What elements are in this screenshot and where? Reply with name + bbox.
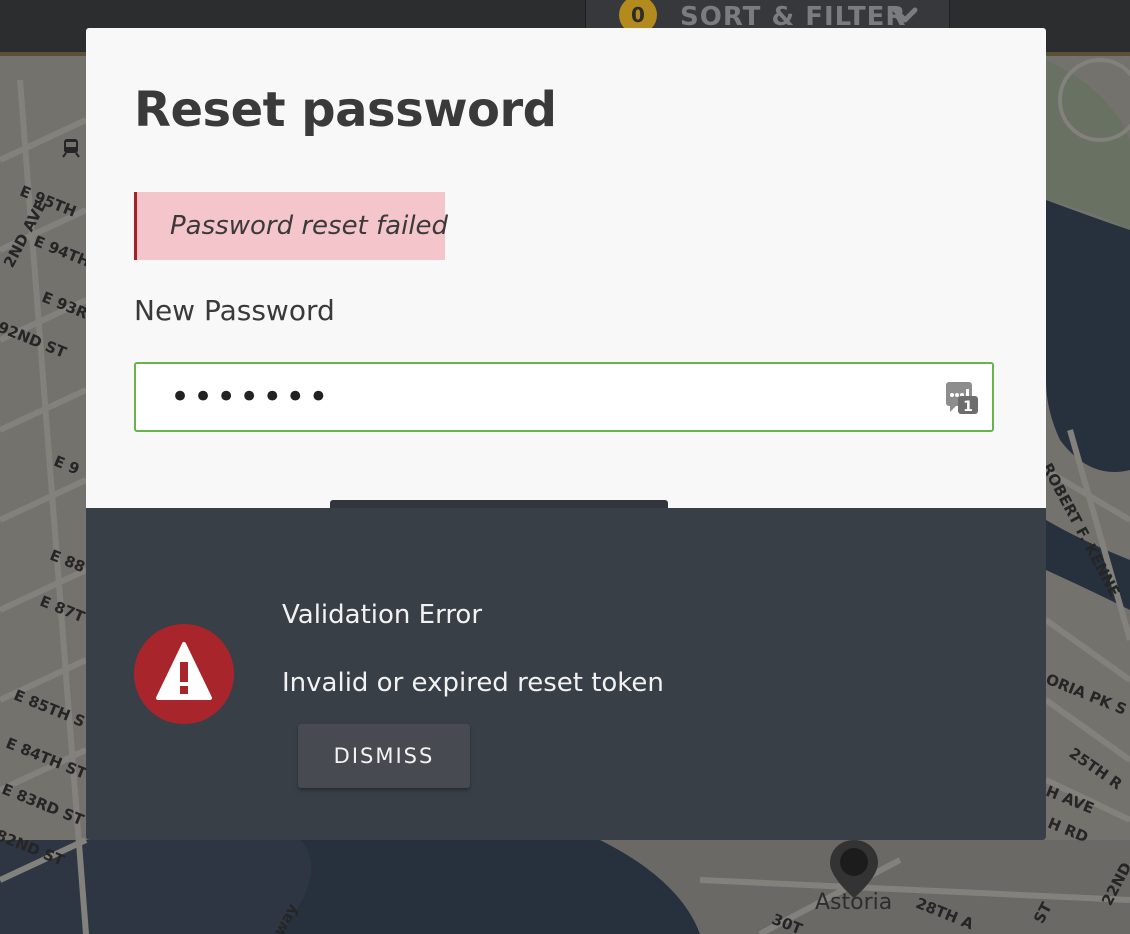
validation-error-panel: Validation Error Invalid or expired rese…: [86, 508, 1046, 840]
new-password-label: New Password: [134, 294, 335, 327]
svg-text:1: 1: [963, 399, 973, 415]
error-alert: Password reset failed: [134, 192, 449, 260]
modal-title: Reset password: [134, 82, 557, 138]
error-title: Validation Error: [282, 600, 483, 630]
password-manager-icon[interactable]: 1: [944, 380, 980, 416]
warning-icon: [156, 642, 212, 700]
warning-badge: [134, 624, 234, 724]
dismiss-button[interactable]: DISMISS: [298, 724, 470, 788]
page: E 95TH 2ND AVE E 94TH E 93R 92ND ST E 9 …: [0, 0, 1130, 934]
error-message: Invalid or expired reset token: [282, 668, 664, 698]
reset-password-modal: Reset password Password reset failed New…: [86, 28, 1046, 840]
chevron-down-icon: [892, 7, 918, 23]
alert-text: Password reset failed: [170, 211, 449, 241]
new-password-input[interactable]: [134, 362, 994, 432]
